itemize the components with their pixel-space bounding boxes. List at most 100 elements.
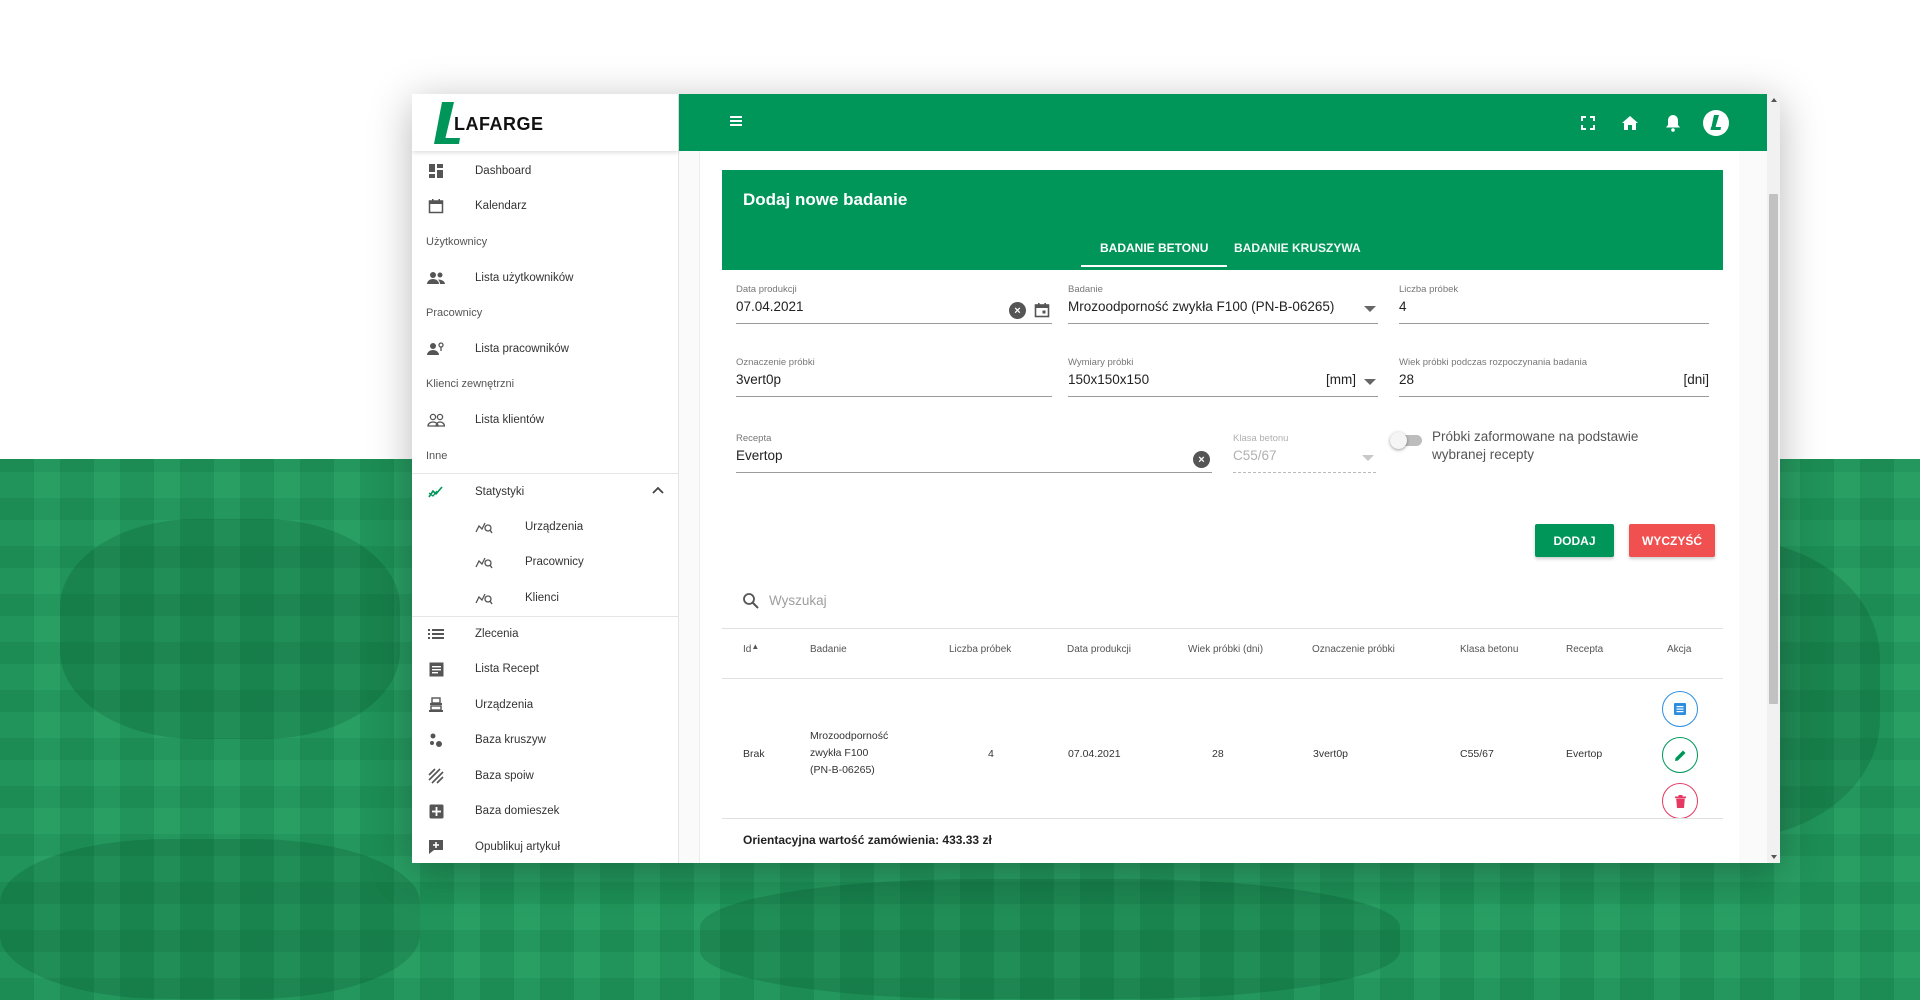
sidebar-item-label: Dashboard xyxy=(475,164,532,177)
delete-button[interactable] xyxy=(1662,783,1698,819)
field-value: 28 xyxy=(1399,372,1415,387)
sample-count-field[interactable]: Liczba próbek 4 xyxy=(1399,282,1709,324)
column-header-liczba[interactable]: Liczba próbek xyxy=(949,644,1011,655)
sidebar-item-label: Baza domieszek xyxy=(475,805,560,818)
sidebar-item-label: Pracownicy xyxy=(525,556,584,569)
cell-badanie-line3: (PN-B-06265) xyxy=(810,764,875,776)
sample-dimensions-select[interactable]: Wymiary próbki 150x150x150 [mm] xyxy=(1068,355,1378,397)
column-header-id[interactable]: Id▲ xyxy=(743,642,759,655)
sidebar-subitem-klienci[interactable]: Klienci xyxy=(412,580,678,616)
clear-icon[interactable]: × xyxy=(1009,302,1026,319)
production-date-field[interactable]: Data produkcji 07.04.2021 × xyxy=(736,282,1052,324)
sidebar-item-label: Baza spoiw xyxy=(475,769,534,782)
column-header-wiek[interactable]: Wiek próbki (dni) xyxy=(1188,644,1263,655)
sidebar-item-kalendarz[interactable]: Kalendarz xyxy=(412,189,678,225)
stats-search-icon xyxy=(475,518,493,536)
cell-id: Brak xyxy=(743,748,765,760)
sidebar-item-dashboard[interactable]: Dashboard xyxy=(412,153,678,189)
toggle-label: Próbki zaformowane na podstawie wybranej… xyxy=(1432,429,1639,462)
column-header-badanie[interactable]: Badanie xyxy=(810,644,847,655)
sidebar-subitem-urzadzenia[interactable]: Urządzenia xyxy=(412,509,678,545)
sidebar-item-label: Opublikuj artykuł xyxy=(475,841,561,854)
tab-badanie-betonu[interactable]: BADANIE BETONU xyxy=(1080,241,1228,267)
stats-icon xyxy=(427,483,445,501)
field-label: Klasa betonu xyxy=(1233,433,1289,444)
cell-badanie-line2: zwykła F100 xyxy=(810,747,869,759)
sample-marking-field[interactable]: Oznaczenie próbki 3vert0p xyxy=(736,355,1052,397)
scrollbar[interactable] xyxy=(1767,94,1780,863)
pencil-icon xyxy=(1674,750,1685,761)
scroll-up-icon[interactable] xyxy=(1771,98,1777,102)
calendar-icon[interactable] xyxy=(1034,302,1050,323)
document-icon xyxy=(427,660,445,678)
sidebar-item-zlecenia[interactable]: Zlecenia xyxy=(412,615,678,652)
chevron-down-icon xyxy=(1364,306,1376,312)
field-label: Wymiary próbki xyxy=(1068,357,1134,368)
test-type-select[interactable]: Badanie Mrozoodporność zwykła F100 (PN-B… xyxy=(1068,282,1378,324)
section-inne: Inne xyxy=(426,449,448,462)
sidebar-item-lista-recept[interactable]: Lista Recept xyxy=(412,651,678,687)
sidebar-subitem-pracownicy[interactable]: Pracownicy xyxy=(412,545,678,581)
search-input[interactable] xyxy=(769,588,1169,612)
card-header: Dodaj nowe badanie BADANIE BETONU BADANI… xyxy=(722,170,1723,270)
sidebar-item-lista-klientow[interactable]: Lista klientów xyxy=(412,402,678,438)
order-total: Orientacyjna wartość zamówienia: 433.33 … xyxy=(743,833,992,847)
sidebar-item-label: Lista użytkowników xyxy=(475,271,574,284)
sidebar-item-statystyki[interactable]: Statystyki xyxy=(412,473,678,509)
sidebar-item-label: Urządzenia xyxy=(475,698,534,711)
concrete-class-select: Klasa betonu C55/67 xyxy=(1233,431,1376,473)
column-header-oznaczenie[interactable]: Oznaczenie próbki xyxy=(1312,644,1395,655)
user-avatar-icon[interactable] xyxy=(1702,109,1730,137)
sidebar-item-label: Kalendarz xyxy=(475,200,527,213)
chevron-down-icon xyxy=(1364,379,1376,385)
plus-box-icon xyxy=(427,802,445,820)
home-icon[interactable] xyxy=(1620,113,1640,133)
sidebar-item-lista-pracownikow[interactable]: Lista pracowników xyxy=(412,331,678,367)
bell-icon[interactable] xyxy=(1663,113,1683,133)
clear-icon[interactable]: × xyxy=(1193,451,1210,468)
tab-badanie-kruszywa[interactable]: BADANIE KRUSZYWA xyxy=(1234,241,1361,255)
menu-icon[interactable] xyxy=(730,116,742,128)
top-bar xyxy=(679,94,1767,151)
trash-icon xyxy=(1674,794,1686,808)
section-pracownicy: Pracownicy xyxy=(426,307,483,320)
sidebar-item-label: Lista Recept xyxy=(475,663,539,676)
logo[interactable]: LAFARGE xyxy=(412,94,678,151)
sidebar-item-lista-uzytkownikow[interactable]: Lista użytkowników xyxy=(412,260,678,296)
cell-data: 07.04.2021 xyxy=(1068,748,1121,760)
sample-age-field[interactable]: Wiek próbki podczas rozpoczynania badani… xyxy=(1399,355,1709,397)
clear-button[interactable]: WYCZYŚĆ xyxy=(1629,524,1715,557)
calendar-icon xyxy=(427,197,445,215)
field-label: Wiek próbki podczas rozpoczynania badani… xyxy=(1399,357,1587,368)
sidebar-nav: Dashboard Kalendarz Użytkownicy Lista uż… xyxy=(412,151,678,863)
recipe-select[interactable]: Recepta Evertop × xyxy=(736,431,1212,473)
field-label: Oznaczenie próbki xyxy=(736,357,815,368)
sidebar-item-baza-spoiw[interactable]: Baza spoiw xyxy=(412,758,678,794)
add-button[interactable]: DODAJ xyxy=(1535,524,1614,557)
column-header-akcja: Akcja xyxy=(1667,644,1692,655)
chevron-up-icon[interactable] xyxy=(652,485,664,497)
column-header-data[interactable]: Data produkcji xyxy=(1067,644,1131,655)
edit-button[interactable] xyxy=(1662,737,1698,773)
fullscreen-icon[interactable] xyxy=(1578,113,1598,133)
sidebar-item-label: Statystyki xyxy=(475,485,525,498)
list-icon xyxy=(427,625,445,643)
details-button[interactable] xyxy=(1662,691,1698,727)
field-label: Badanie xyxy=(1068,284,1103,295)
sidebar-item-opublikuj-artykul[interactable]: Opublikuj artykuł xyxy=(412,829,678,863)
scrollbar-thumb[interactable] xyxy=(1769,194,1778,704)
field-value: 150x150x150 xyxy=(1068,372,1150,387)
cell-liczba: 4 xyxy=(988,748,994,760)
unit-label: [mm] xyxy=(1326,372,1356,387)
sidebar-item-urzadzenia[interactable]: Urządzenia xyxy=(412,687,678,723)
scroll-down-icon[interactable] xyxy=(1771,855,1777,859)
column-header-klasa[interactable]: Klasa betonu xyxy=(1460,644,1518,655)
recipe-samples-toggle[interactable] xyxy=(1390,432,1422,449)
column-header-recepta[interactable]: Recepta xyxy=(1566,644,1603,655)
clients-icon xyxy=(427,411,445,429)
users-icon xyxy=(427,269,445,287)
lafarge-logo-icon xyxy=(434,101,460,144)
sidebar-item-baza-kruszyw[interactable]: Baza kruszyw xyxy=(412,723,678,759)
sidebar-item-baza-domieszek[interactable]: Baza domieszek xyxy=(412,794,678,830)
sidebar: LAFARGE Dashboard Kalendarz Użytkownicy xyxy=(412,94,679,863)
